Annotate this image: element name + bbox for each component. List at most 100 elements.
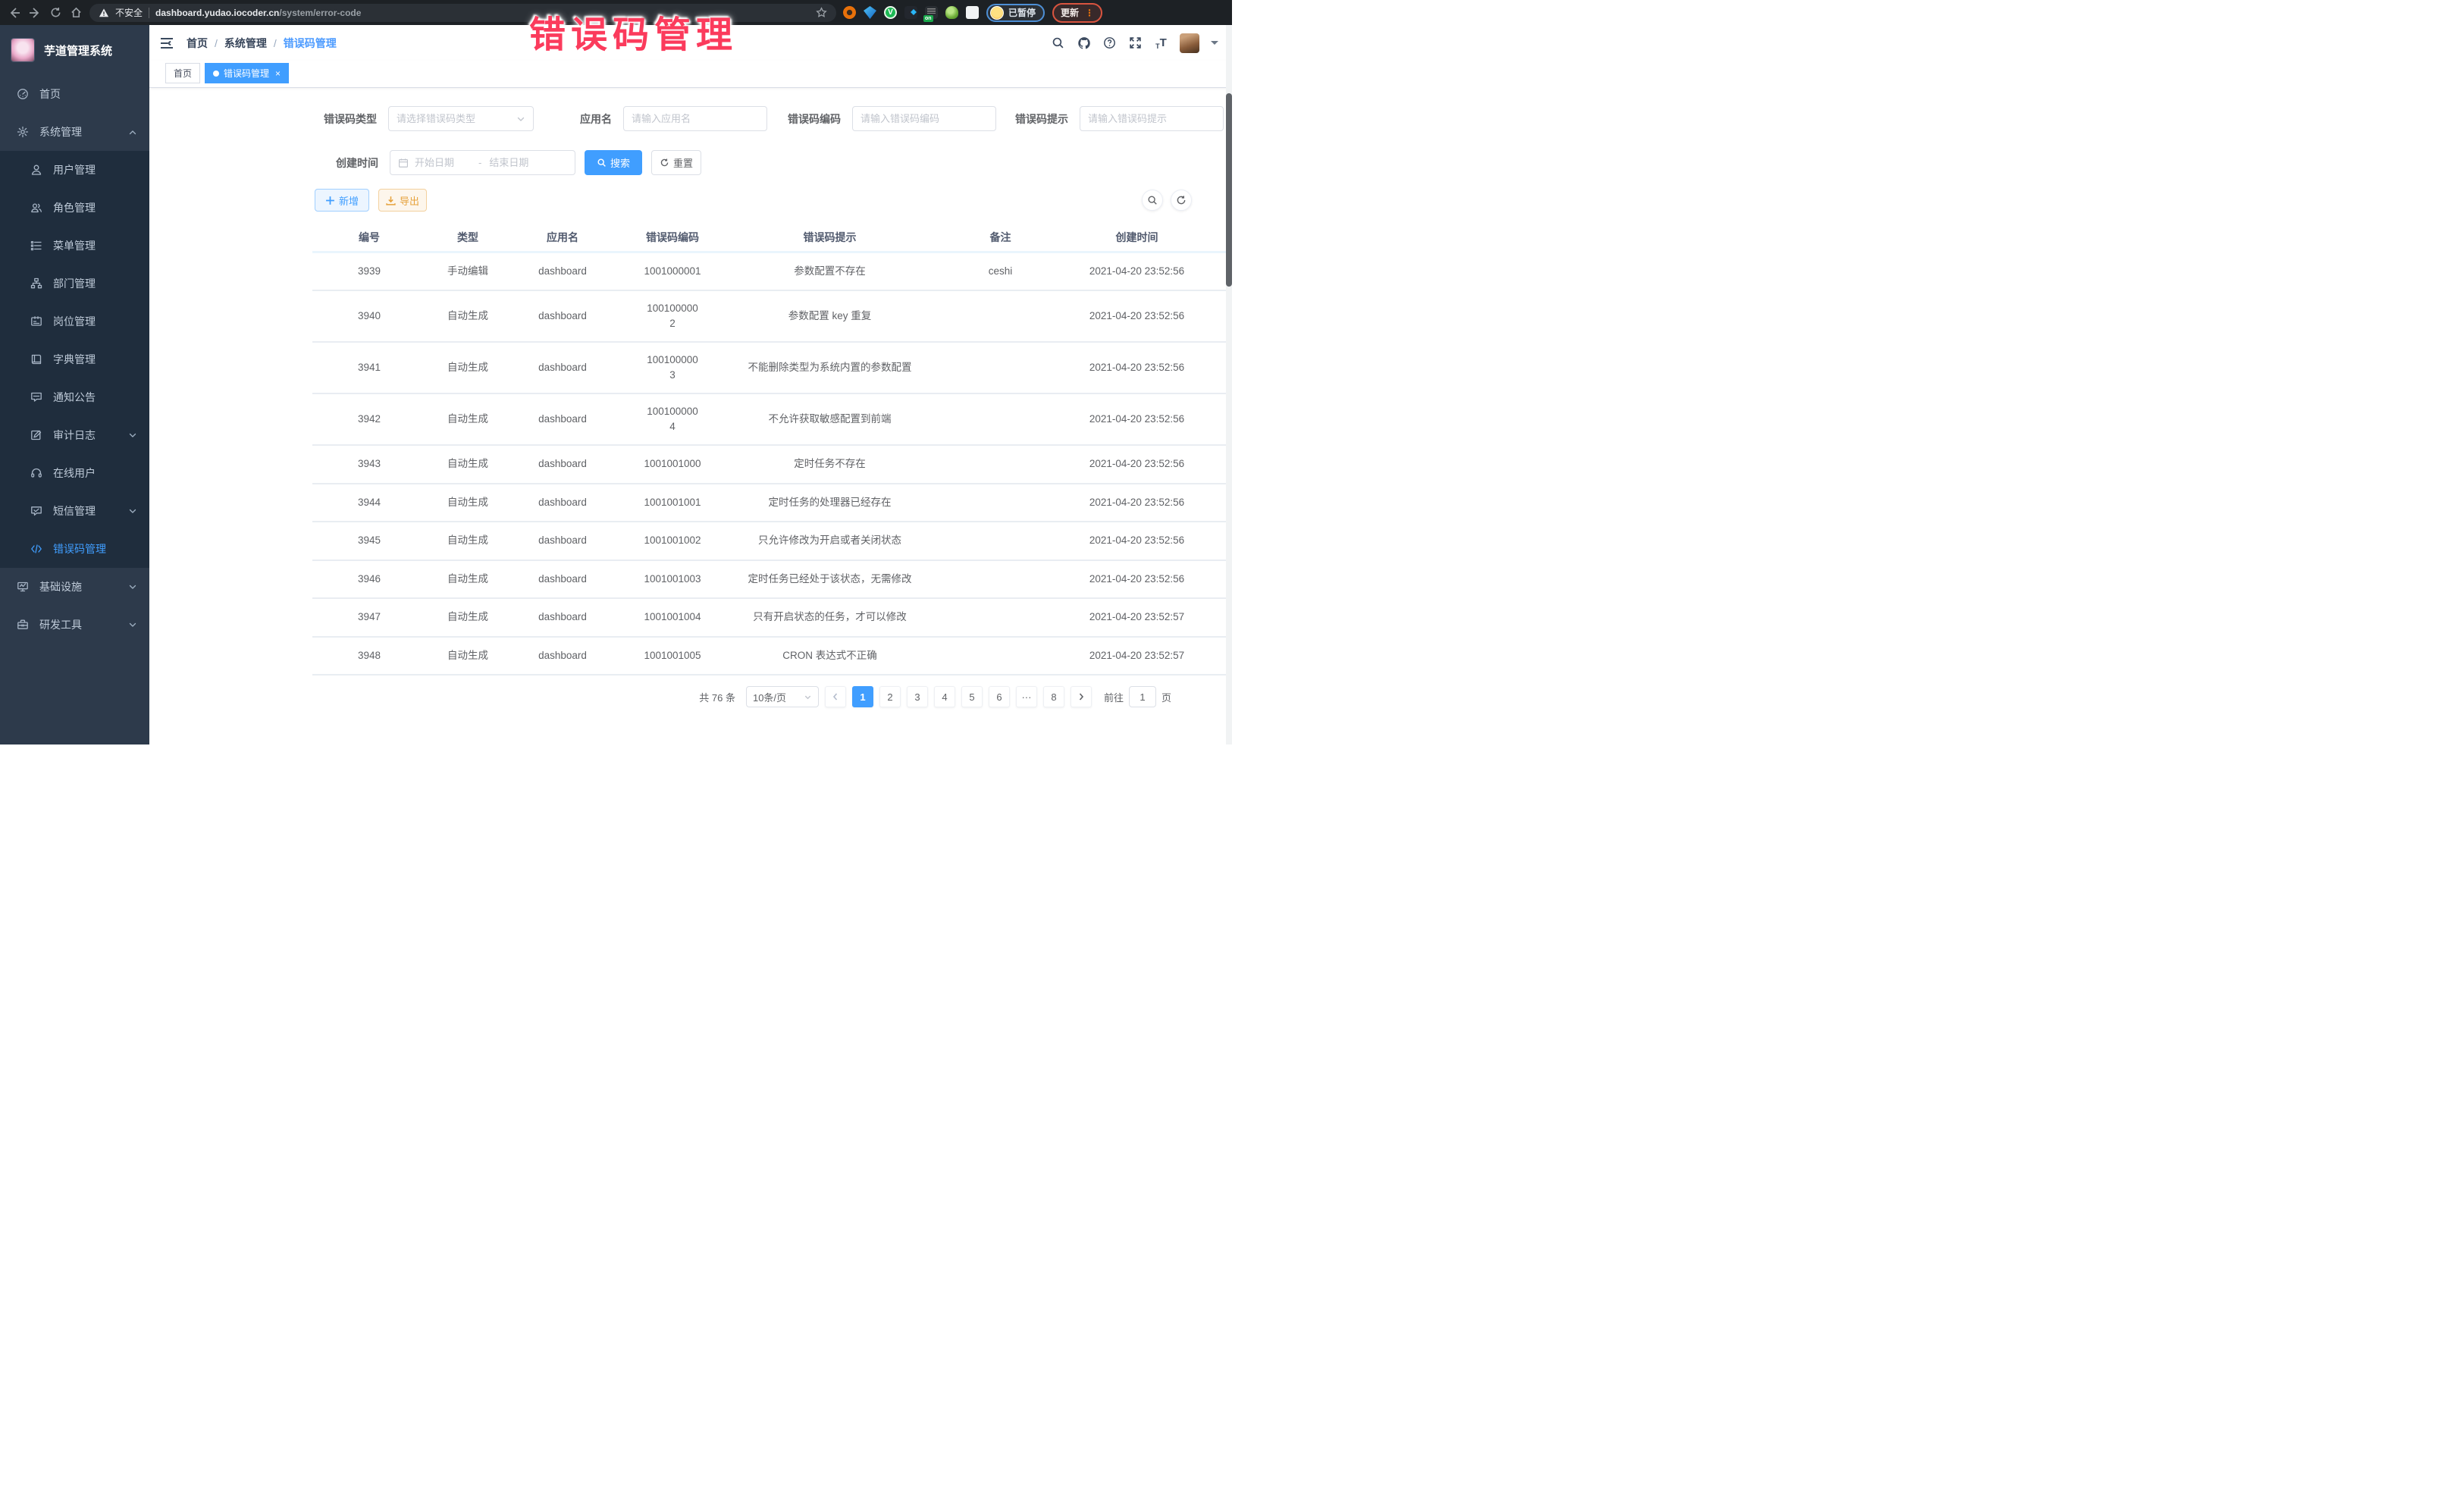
page-button-6[interactable]: 6 [989,686,1010,707]
not-secure-label[interactable]: 不安全 [115,6,143,19]
help-icon[interactable] [1102,36,1117,50]
github-icon[interactable] [1077,36,1091,50]
sidebar-item-系统管理[interactable]: 系统管理 [0,113,149,151]
next-page-button[interactable] [1071,686,1092,707]
cell-remark [930,598,1071,637]
input-错误码编码[interactable] [852,106,996,131]
app-logo[interactable]: 芋道管理系统 [0,25,149,75]
table-row-3947: 3947自动生成dashboard1001001004只有开启状态的任务，才可以… [312,598,1232,637]
cell-type: 自动生成 [426,560,509,599]
sidebar-item-基础设施[interactable]: 基础设施 [0,568,149,606]
input-应用名[interactable] [623,106,767,131]
page-button-8[interactable]: 8 [1043,686,1064,707]
cell-app: dashboard [509,252,616,290]
sidebar-item-字典管理[interactable]: 字典管理 [0,340,149,378]
browser-menu-icon[interactable]: ⋮ [1085,10,1094,16]
select-错误码类型[interactable] [388,106,534,131]
browser-reload-icon[interactable] [49,6,62,20]
profile-emoji-icon [990,6,1004,20]
extension-sprout-icon[interactable] [945,6,958,19]
editlog-icon [30,429,42,441]
cell-remark [930,560,1071,599]
page-button-1[interactable]: 1 [852,686,873,707]
scrollbar-thumb[interactable] [1226,93,1232,287]
cell-time: 2021-04-20 23:52:56 [1071,290,1203,342]
cell-app: dashboard [509,445,616,484]
column-header-应用名: 应用名 [509,224,616,252]
cell-id: 3943 [312,445,426,484]
chevron-down-icon [516,114,525,124]
search-button[interactable]: 搜索 [585,150,642,175]
sidebar-item-研发工具[interactable]: 研发工具 [0,606,149,644]
cell-app: dashboard [509,522,616,560]
extension-gem-icon[interactable] [864,6,876,19]
cell-message: 不能删除类型为系统内置的参数配置 [729,342,930,393]
cell-message: 参数配置不存在 [729,252,930,290]
export-button[interactable]: 导出 [378,189,427,212]
prev-page-button[interactable] [825,686,846,707]
page-button-4[interactable]: 4 [934,686,955,707]
page-tabs: 首页错误码管理× [149,61,1232,88]
sidebar-item-审计日志[interactable]: 审计日志 [0,416,149,454]
filter-创建时间: 创建时间-搜索重置 [336,150,701,175]
refresh-icon[interactable] [1171,190,1192,211]
sidebar-item-角色管理[interactable]: 角色管理 [0,189,149,227]
sidebar-item-菜单管理[interactable]: 菜单管理 [0,227,149,265]
page-scrollbar[interactable] [1226,25,1232,744]
page-button-2[interactable]: 2 [879,686,901,707]
page-size-select[interactable]: 10条/页 [746,686,819,707]
sidebar-item-短信管理[interactable]: 短信管理 [0,492,149,530]
extension-grid-icon[interactable] [904,6,917,19]
sidebar-item-首页[interactable]: 首页 [0,75,149,113]
date-range-input[interactable]: - [390,150,575,175]
gear-icon [17,126,29,138]
bookmark-star-icon[interactable] [816,7,827,18]
paused-profile-badge[interactable]: 已暂停 [986,4,1045,22]
chevron-down-icon [128,620,137,629]
table-toolbar: 新增 导出 [315,185,1192,215]
browser-forward-icon[interactable] [28,6,42,20]
annotation-overlay: 错误码管理 [529,5,738,58]
sidebar-item-用户管理[interactable]: 用户管理 [0,151,149,189]
tab-首页[interactable]: 首页 [165,63,200,83]
input-错误码提示[interactable] [1080,106,1224,131]
font-size-icon[interactable]: TT [1154,36,1168,50]
sidebar-collapse-icon[interactable] [159,36,174,51]
goto-page-input[interactable] [1129,686,1156,707]
toggle-search-icon[interactable] [1142,190,1163,211]
sidebar-item-岗位管理[interactable]: 岗位管理 [0,303,149,340]
cell-time: 2021-04-20 23:52:56 [1071,342,1203,393]
tab-close-icon[interactable]: × [275,68,281,79]
fullscreen-icon[interactable] [1128,36,1143,50]
reset-button[interactable]: 重置 [651,150,701,175]
chevron-down-icon[interactable] [1211,41,1218,49]
sidebar-item-在线用户[interactable]: 在线用户 [0,454,149,492]
extensions-puzzle-icon[interactable] [966,6,979,19]
breadcrumb-home[interactable]: 首页 [187,36,208,51]
avatar[interactable] [1180,33,1199,53]
browser-back-icon[interactable] [8,6,21,20]
extension-green-v-icon[interactable]: V [884,6,897,19]
url-text[interactable]: dashboard.yudao.iocoder.cn/system/error-… [155,8,361,18]
gauge-icon [17,88,29,100]
app-logo-image [11,38,35,62]
sidebar-item-错误码管理[interactable]: 错误码管理 [0,530,149,568]
extension-orange-icon[interactable] [843,6,856,19]
browser-home-icon[interactable] [69,6,83,20]
page-more-button[interactable]: ··· [1016,686,1037,707]
search-icon[interactable] [1051,36,1065,50]
tab-错误码管理[interactable]: 错误码管理× [205,63,289,83]
breadcrumb-separator: / [274,37,277,49]
start-date-input[interactable] [415,157,471,168]
add-button[interactable]: 新增 [315,189,369,212]
end-date-input[interactable] [489,157,545,168]
column-header-错误码编码: 错误码编码 [616,224,729,252]
sidebar-item-部门管理[interactable]: 部门管理 [0,265,149,303]
sidebar-item-通知公告[interactable]: 通知公告 [0,378,149,416]
extension-switch-icon[interactable]: on [925,6,938,19]
cell-message: 定时任务不存在 [729,445,930,484]
page-button-5[interactable]: 5 [961,686,983,707]
page-button-3[interactable]: 3 [907,686,928,707]
breadcrumb-system[interactable]: 系统管理 [224,36,267,51]
browser-update-button[interactable]: 更新 ⋮ [1052,3,1102,23]
